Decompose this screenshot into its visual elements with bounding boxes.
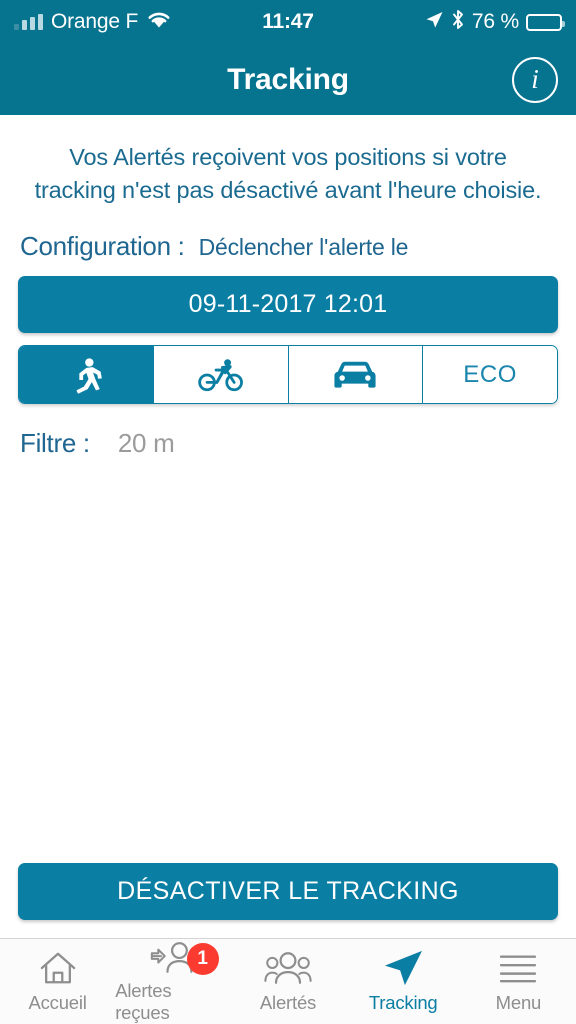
info-circle-icon[interactable]: i <box>512 56 558 103</box>
datetime-picker-button[interactable]: 09-11-2017 12:01 <box>18 276 558 333</box>
tab-label: Alertes reçues <box>115 980 172 1023</box>
tab-accueil[interactable]: Accueil <box>0 939 115 1024</box>
tab-label: Alertés <box>259 992 317 1013</box>
tab-label: Tracking <box>368 992 438 1013</box>
mode-segment-car[interactable] <box>288 346 424 403</box>
running-person-icon <box>66 355 106 395</box>
tab-alert-s[interactable]: Alertés <box>230 939 345 1024</box>
status-bar: Orange F 11:47 76 % <box>0 0 576 44</box>
filter-row: Filtre : 20 m <box>18 428 558 459</box>
battery-percent-label: 76 % <box>471 10 519 33</box>
tab-label: Accueil <box>28 992 87 1013</box>
car-icon <box>331 358 379 392</box>
bluetooth-icon <box>451 9 465 35</box>
deactivate-tracking-label: DÉSACTIVER LE TRACKING <box>117 877 459 905</box>
location-arrow-icon <box>424 10 444 35</box>
hamburger-menu-icon <box>498 949 538 987</box>
configuration-row: Configuration : Déclencher l'alerte le <box>18 231 558 262</box>
primary-action-area: DÉSACTIVER LE TRACKING <box>0 863 576 920</box>
notification-badge: 1 <box>186 943 219 975</box>
info-icon-glyph: i <box>531 64 539 94</box>
filter-label: Filtre : <box>20 428 90 458</box>
datetime-value: 09-11-2017 12:01 <box>188 290 388 318</box>
home-icon <box>39 949 77 987</box>
tab-alertes-re-ues[interactable]: Alertes reçues 1 <box>115 939 230 1024</box>
deactivate-tracking-button[interactable]: DÉSACTIVER LE TRACKING <box>18 863 558 920</box>
configuration-value: Déclencher l'alerte le <box>198 234 409 260</box>
intro-description: Vos Alertés reçoivent vos positions si v… <box>34 144 542 203</box>
filter-value[interactable]: 20 m <box>118 428 175 459</box>
bicycle-icon <box>197 355 244 395</box>
page-title: Tracking <box>227 62 349 96</box>
signal-bars-icon <box>14 14 43 30</box>
tab-tracking[interactable]: Tracking <box>346 939 461 1024</box>
tab-menu[interactable]: Menu <box>461 939 576 1024</box>
bottom-tab-bar: Accueil Alertes reçues 1 Alertés Tracking… <box>0 938 576 1024</box>
status-bar-right: 76 % <box>424 9 565 35</box>
tab-label: Menu <box>495 992 542 1013</box>
navigation-arrow-icon <box>382 949 424 987</box>
activity-mode-segmented-control[interactable]: ECO <box>18 345 558 404</box>
battery-icon <box>526 13 565 31</box>
main-content: Vos Alertés reçoivent vos positions si v… <box>0 115 576 459</box>
wifi-icon <box>146 10 172 34</box>
nav-bar: Tracking i <box>0 44 576 115</box>
mode-segment-bike[interactable] <box>153 346 289 403</box>
status-bar-left: Orange F <box>14 10 172 34</box>
configuration-label: Configuration : <box>20 231 185 261</box>
mode-segment-walk[interactable] <box>19 346 154 403</box>
mode-segment-label: ECO <box>463 360 518 388</box>
people-group-icon <box>264 949 312 987</box>
mode-segment-eco[interactable]: ECO <box>423 346 557 403</box>
carrier-name: Orange F <box>51 10 139 33</box>
